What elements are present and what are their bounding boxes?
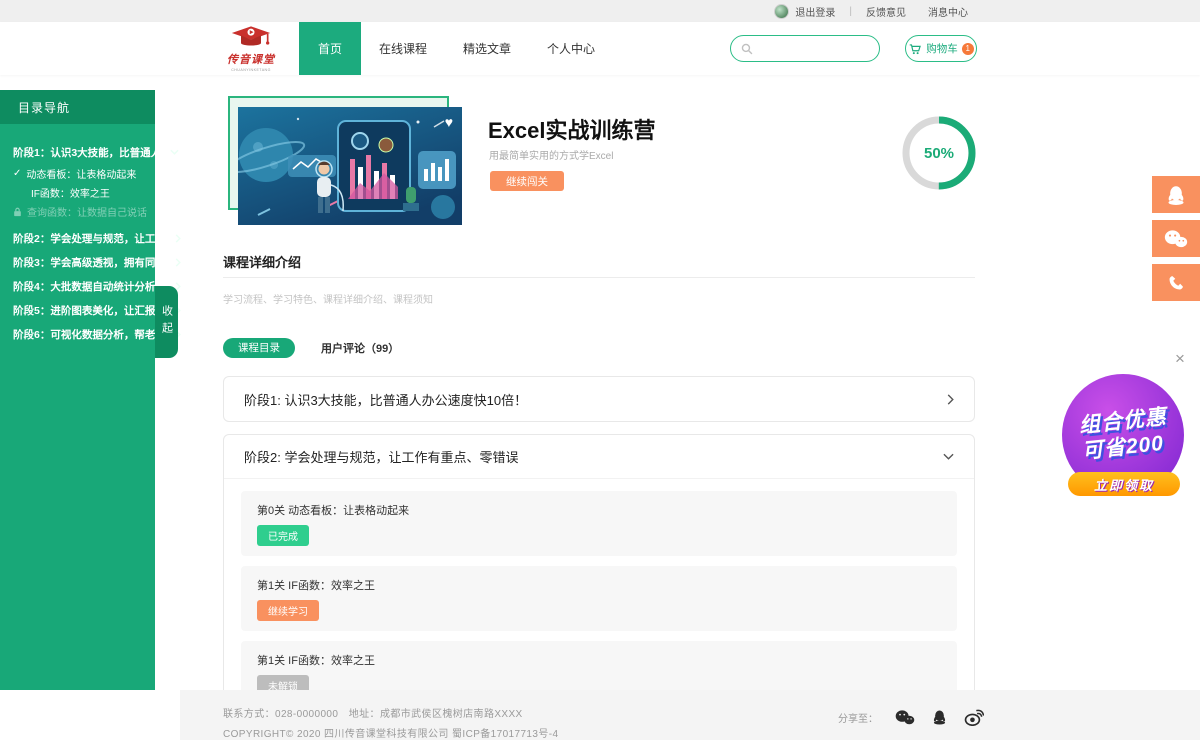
footer: 联系方式：028-0000000 地址：成都市武侯区槐树店南路XXXX COPY… [180,690,1200,740]
sidebar-stage-1[interactable]: 阶段1：认识3大技能，比普通人... [0,140,155,164]
lesson-title: 第0关 动态看板：让表格动起来 [257,502,941,518]
sidebar-stage-label: 阶段3：学会高级透视，拥有同时... [13,255,175,270]
accordion-title: 阶段1: 认识3大技能，比普通人办公速度快10倍！ [244,390,527,409]
sidebar-lesson-label: IF函数：效率之王 [31,185,110,200]
feedback-link[interactable]: 反馈意见 [866,4,906,19]
accordion-stage-2: 阶段2: 学会处理与规范，让工作有重点、零错误 第0关 动态看板：让表格动起来 … [223,434,975,727]
sidebar-stage-label: 阶段4：大批数据自动统计分析，... [13,279,175,294]
float-phone-button[interactable] [1152,264,1200,301]
sidebar-stage-label: 阶段6：可视化数据分析，帮老板... [13,327,175,342]
lesson-card-continue[interactable]: 第1关 IF函数：效率之王 继续学习 [241,566,957,631]
continue-button[interactable]: 继续闯关 [490,171,564,191]
sidebar-lesson-label: 查询函数：让数据自己说话 [27,204,147,219]
progress-value: 50% [901,115,977,191]
chevron-right-icon [175,234,181,243]
top-utility-bar: 退出登录 | 反馈意见 消息中心 [0,0,1200,22]
graduation-cap-icon [231,25,271,51]
lock-icon [13,207,22,217]
footer-share: 分享至： [838,708,984,726]
footer-text: 联系方式：028-0000000 地址：成都市武侯区槐树店南路XXXX COPY… [223,705,558,740]
logo-subtitle: CHUANYINKETANG [231,67,271,72]
section-subtitle: 学习流程、学习特色、课程详细介绍、课程须知 [223,291,433,306]
lesson-card-completed[interactable]: 第0关 动态看板：让表格动起来 已完成 [241,491,957,556]
chevron-down-icon [170,149,179,155]
sidebar-stage-4[interactable]: 阶段4：大批数据自动统计分析，... [0,274,155,298]
cart-icon [908,42,922,56]
heart-icon[interactable]: ♥ [445,114,453,130]
sidebar-list: 阶段1：认识3大技能，比普通人... ✓ 动态看板：让表格动起来 IF函数：效率… [0,140,155,346]
accordion-stage-2-header[interactable]: 阶段2: 学会处理与规范，让工作有重点、零错误 [224,435,974,479]
claim-coupon-button[interactable]: 立即领取 [1068,472,1180,496]
search-box: 搜索 [730,35,880,62]
nav-item-profile[interactable]: 个人中心 [529,22,613,75]
nav-item-courses[interactable]: 在线课程 [361,22,445,75]
phone-icon [1167,274,1185,292]
chevron-right-icon [947,394,954,405]
sidebar-collapse-tab[interactable]: 收起 [155,286,178,358]
sidebar-stage-3[interactable]: 阶段3：学会高级透视，拥有同时... [0,250,155,274]
cart-count-badge: 1 [962,43,974,55]
wechat-icon [1164,229,1188,249]
logout-link[interactable]: 退出登录 [795,4,835,19]
course-subtitle: 用最简单实用的方式学Excel [489,147,613,162]
nav-menu: 首页 在线课程 精选文章 个人中心 [299,22,613,75]
status-badge-completed[interactable]: 已完成 [257,525,309,546]
lesson-title: 第1关 IF函数：效率之王 [257,577,941,593]
topbar-divider: | [849,6,852,17]
main-navbar: 传音课堂 CHUANYINKETANG 首页 在线课程 精选文章 个人中心 搜索… [0,22,1200,75]
search-icon [740,42,754,56]
catalog-sidebar: 目录导航 阶段1：认识3大技能，比普通人... ✓ 动态看板：让表格动起来 IF… [0,90,155,690]
site-logo[interactable]: 传音课堂 CHUANYINKETANG [215,22,287,75]
sidebar-lesson-done[interactable]: ✓ 动态看板：让表格动起来 [0,164,155,183]
collapse-label: 收起 [159,305,175,339]
accordion-title: 阶段2: 学会处理与规范，让工作有重点、零错误 [244,447,518,466]
check-icon: ✓ [13,168,21,179]
footer-copyright: COPYRIGHT© 2020 四川传音课堂科技有限公司 蜀ICP备170177… [223,725,558,740]
sidebar-lesson-current[interactable]: IF函数：效率之王 [0,183,155,202]
share-label: 分享至： [838,710,878,725]
sidebar-lesson-label: 动态看板：让表格动起来 [26,166,136,181]
page: 退出登录 | 反馈意见 消息中心 传音课堂 CHUANYINKETANG 首页 … [0,0,1200,747]
user-avatar[interactable] [774,4,789,19]
float-wechat-button[interactable] [1152,220,1200,257]
course-banner-illustration [238,107,462,225]
sidebar-title: 目录导航 [0,90,155,124]
detail-tabs: 课程目录 用户评论（99） [223,338,399,358]
section-title: 课程详细介绍 [223,252,301,271]
accordion-stage-1-header[interactable]: 阶段1: 认识3大技能，比普通人办公速度快10倍！ [224,377,974,421]
share-weibo-icon[interactable] [964,709,984,726]
sidebar-stage-label: 阶段5：进阶图表美化，让汇报一... [13,303,175,318]
logo-title: 传音课堂 [227,51,275,67]
accordion-stage-1: 阶段1: 认识3大技能，比普通人办公速度快10倍！ [223,376,975,422]
messages-link[interactable]: 消息中心 [928,4,968,19]
nav-item-home[interactable]: 首页 [299,22,361,75]
chevron-right-icon [175,258,181,267]
stage-accordion: 阶段1: 认识3大技能，比普通人办公速度快10倍！ 阶段2: 学会处理与规范，让… [223,376,975,727]
sidebar-stage-6[interactable]: 阶段6：可视化数据分析，帮老板... [0,322,155,346]
sidebar-lesson-locked[interactable]: 查询函数：让数据自己说话 [0,202,155,221]
cart-label: 购物车 [926,41,958,56]
tab-course-catalog[interactable]: 课程目录 [223,338,295,358]
qq-icon [1166,184,1186,206]
status-badge-continue[interactable]: 继续学习 [257,600,319,621]
share-qq-icon[interactable] [932,708,947,726]
nav-item-articles[interactable]: 精选文章 [445,22,529,75]
sidebar-stage-5[interactable]: 阶段5：进阶图表美化，让汇报一... [0,298,155,322]
share-wechat-icon[interactable] [895,709,915,726]
course-banner[interactable]: ♥ [238,107,462,225]
float-qq-button[interactable] [1152,176,1200,213]
lesson-title: 第1关 IF函数：效率之王 [257,652,941,668]
progress-ring: 50% [901,115,977,191]
cart-button[interactable]: 购物车 1 [905,35,977,62]
course-title: Excel实战训练营 [488,113,656,145]
sidebar-stage-label: 阶段2：学会处理与规范，让工作... [13,231,175,246]
sidebar-stage-1-label: 阶段1：认识3大技能，比普通人... [13,145,170,160]
chevron-down-icon [943,453,954,460]
sidebar-stage-2[interactable]: 阶段2：学会处理与规范，让工作... [0,226,155,250]
tab-user-comments[interactable]: 用户评论（99） [321,340,399,356]
section-divider [223,277,975,278]
close-icon[interactable]: × [1175,350,1185,367]
footer-contact: 联系方式：028-0000000 地址：成都市武侯区槐树店南路XXXX [223,705,558,720]
